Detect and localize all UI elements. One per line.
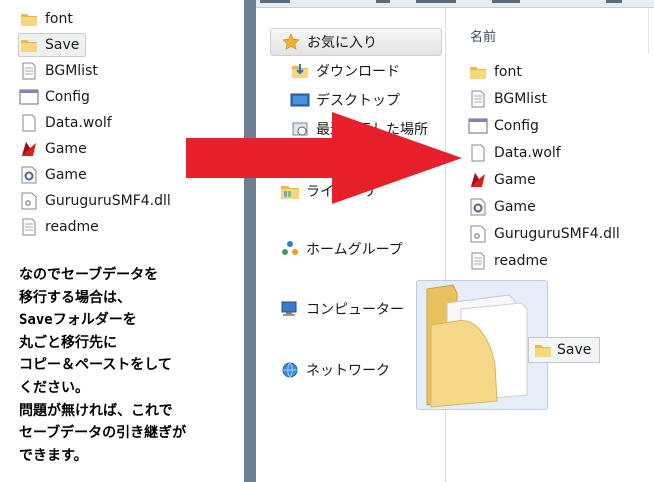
dll-gear-icon — [19, 191, 39, 211]
instruction-line: ください。 — [19, 379, 89, 396]
file-name: BGMlist — [45, 63, 98, 79]
drag-label-text: Save — [557, 342, 592, 358]
text-file-icon — [468, 89, 488, 109]
instruction-line: Saveフォルダーを — [19, 312, 137, 329]
file-name: GuruguruSMF4.dll — [45, 193, 171, 209]
game-red-icon — [19, 139, 39, 159]
desktop-icon — [290, 90, 310, 110]
file-name: Game — [45, 167, 87, 183]
instruction-line: セーブデータの引き継ぎが — [19, 425, 187, 442]
nav-item-network[interactable]: ネットワーク — [280, 358, 390, 382]
toolbar-button[interactable] — [376, 0, 390, 3]
file-name: font — [494, 64, 522, 80]
list-item[interactable]: Game — [19, 163, 87, 187]
list-item[interactable]: Game — [468, 168, 536, 192]
list-item[interactable]: GuruguruSMF4.dll — [19, 189, 171, 213]
nav-label: ダウンロード — [316, 64, 400, 80]
folder-icon — [19, 9, 39, 29]
column-header-name[interactable]: 名前 — [470, 26, 496, 45]
network-icon — [280, 360, 300, 380]
drag-label: Save — [528, 337, 601, 363]
blank-file-icon — [468, 143, 488, 163]
instruction-line: なのでセーブデータを — [19, 267, 159, 283]
red-arrow-icon — [186, 112, 462, 204]
list-item[interactable]: Config — [468, 114, 539, 138]
star-icon — [281, 32, 301, 52]
list-item[interactable]: Game — [19, 137, 87, 161]
nav-item-desktop[interactable]: デスクトップ — [290, 88, 400, 112]
nav-label: デスクトップ — [316, 93, 400, 109]
nav-item-computer[interactable]: コンピューター — [280, 297, 404, 321]
nav-item-downloads[interactable]: ダウンロード — [290, 59, 400, 83]
instruction-line: 移行する場合は、 — [19, 289, 131, 306]
instruction-line: 問題が無ければ、これで — [19, 402, 173, 419]
file-name: Data.wolf — [494, 145, 561, 161]
folder-icon — [19, 35, 39, 55]
text-file-icon — [19, 61, 39, 81]
list-item[interactable]: BGMlist — [468, 87, 547, 111]
list-item[interactable]: Data.wolf — [19, 111, 112, 135]
toolbar-button[interactable] — [416, 0, 456, 3]
list-item[interactable]: Data.wolf — [468, 141, 561, 165]
column-separator — [648, 8, 649, 54]
toolbar-button[interactable] — [606, 0, 622, 3]
gear-config-icon — [468, 197, 488, 217]
list-item[interactable]: readme — [19, 215, 99, 239]
text-file-icon — [19, 217, 39, 237]
dll-gear-icon — [468, 224, 488, 244]
list-item[interactable]: font — [19, 7, 73, 31]
instruction-text: なのでセーブデータを 移行する場合は、 Saveフォルダーを 丸ごと移行先に コ… — [19, 264, 244, 467]
window-icon — [468, 116, 488, 136]
list-item-selected[interactable]: Save — [18, 33, 87, 57]
nav-item-homegroup[interactable]: ホームグループ — [280, 237, 403, 261]
blank-file-icon — [19, 113, 39, 133]
nav-label: ネットワーク — [306, 363, 390, 379]
text-file-icon — [468, 251, 488, 271]
file-name: Config — [494, 118, 539, 134]
source-file-list: font Save BGMlist Config Data.wolf Game … — [0, 0, 244, 482]
homegroup-icon — [280, 239, 300, 259]
file-name: Config — [45, 89, 90, 105]
file-name: BGMlist — [494, 91, 547, 107]
computer-icon — [280, 299, 300, 319]
list-item[interactable]: font — [468, 60, 522, 84]
list-item[interactable]: Game — [468, 195, 536, 219]
list-item[interactable]: Config — [19, 85, 90, 109]
file-name: GuruguruSMF4.dll — [494, 226, 620, 242]
list-item[interactable]: readme — [468, 249, 548, 273]
list-item[interactable]: GuruguruSMF4.dll — [468, 222, 620, 246]
instruction-line: 丸ごと移行先に — [19, 334, 117, 351]
file-name: Game — [494, 199, 536, 215]
file-name: font — [45, 11, 73, 27]
instruction-line: できます。 — [19, 447, 88, 464]
toolbar-button[interactable] — [492, 0, 520, 3]
toolbar — [256, 0, 654, 8]
game-red-icon — [468, 170, 488, 190]
window-icon — [19, 87, 39, 107]
nav-label: コンピューター — [306, 302, 404, 318]
list-item[interactable]: BGMlist — [19, 59, 98, 83]
nav-label: ホームグループ — [306, 242, 403, 258]
file-name: Save — [45, 37, 80, 53]
file-name: Game — [494, 172, 536, 188]
instruction-line: コピー＆ペーストをして — [19, 357, 172, 374]
toolbar-button[interactable] — [260, 0, 290, 3]
nav-item-favorites[interactable]: お気に入り — [270, 28, 442, 56]
nav-label: お気に入り — [307, 35, 377, 51]
download-folder-icon — [290, 61, 310, 81]
file-name: readme — [45, 219, 99, 235]
file-name: Game — [45, 141, 87, 157]
folder-icon — [468, 62, 488, 82]
file-name: readme — [494, 253, 548, 269]
folder-icon — [533, 340, 553, 360]
file-name: Data.wolf — [45, 115, 112, 131]
gear-config-icon — [19, 165, 39, 185]
